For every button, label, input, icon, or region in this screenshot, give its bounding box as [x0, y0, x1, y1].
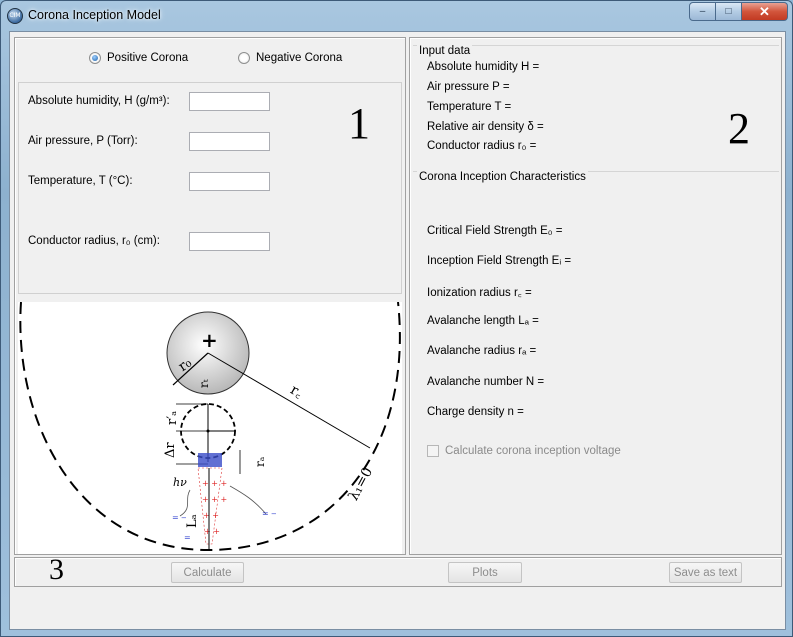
pressure-input[interactable]: [189, 132, 270, 151]
checkbox-icon: [427, 445, 439, 457]
result-avalanche-number: Avalanche number N =: [427, 376, 545, 388]
radius-input[interactable]: [189, 232, 270, 251]
result-ionization-radius: Ionization radius r꜀ =: [427, 287, 532, 299]
region-number-3: 3: [49, 553, 64, 586]
temperature-label: Temperature, T (°C):: [28, 175, 133, 187]
svg-text:+ + +: + + +: [202, 479, 227, 488]
negative-corona-label: Negative Corona: [256, 52, 343, 64]
window-title: Corona Inception Model: [28, 8, 161, 22]
label-lambda: λ₁=0: [346, 465, 377, 504]
temperature-input[interactable]: [189, 172, 270, 191]
corona-diagram: + r₀ r꜀ rₜ r′ₐ Δr rₐ + + + + + + + + + +…: [18, 302, 402, 554]
polarity-selector: Positive Corona Negative Corona: [15, 48, 407, 68]
svg-text:+ + +: + + +: [202, 495, 227, 504]
diagram-plus: +: [201, 328, 218, 352]
input-panel: Positive Corona Negative Corona Absolute…: [14, 37, 406, 555]
result-critical-field: Critical Field Strength E₀ =: [427, 225, 563, 237]
svg-text:+ +: + +: [203, 511, 219, 520]
svg-text:= ‒: = ‒: [262, 509, 276, 518]
corona-diagram-svg: + r₀ r꜀ rₜ r′ₐ Δr rₐ + + + + + + + + + +…: [19, 302, 401, 552]
input-data-group: Input data Absolute humidity H = Air pre…: [413, 45, 779, 158]
label-delta-r: Δr: [163, 442, 178, 458]
inception-voltage-label: Calculate corona inception voltage: [445, 445, 621, 457]
label-rc: r꜀: [287, 382, 305, 402]
result-temperature: Temperature T =: [427, 101, 512, 113]
window-controls: – □ ✕: [689, 2, 788, 22]
results-panel: Input data Absolute humidity H = Air pre…: [409, 37, 782, 555]
title-bar[interactable]: CIM Corona Inception Model – □ ✕: [1, 1, 792, 30]
result-inception-field: Inception Field Strength Eᵢ =: [427, 255, 572, 267]
result-humidity: Absolute humidity H =: [427, 61, 540, 73]
pressure-label: Air pressure, P (Torr):: [28, 135, 138, 147]
positive-corona-label: Positive Corona: [107, 52, 189, 64]
radio-selected-icon: [89, 52, 101, 64]
result-charge-density: Charge density n =: [427, 406, 524, 418]
label-rt: rₜ: [197, 379, 211, 388]
result-density: Relative air density δ =: [427, 121, 544, 133]
svg-text:=: =: [184, 533, 191, 542]
result-avalanche-length: Avalanche length Lₐ =: [427, 315, 539, 327]
radio-unselected-icon: [238, 52, 250, 64]
label-hv: hν: [173, 476, 187, 489]
app-icon: CIM: [7, 8, 23, 24]
plots-button[interactable]: Plots: [448, 562, 522, 583]
characteristics-group: Corona Inception Characteristics Critica…: [413, 171, 779, 552]
input-fields-box: Absolute humidity, H (g/m³): Air pressur…: [18, 82, 402, 294]
inception-voltage-checkbox[interactable]: Calculate corona inception voltage: [427, 445, 621, 457]
result-pressure: Air pressure P =: [427, 81, 510, 93]
humidity-label: Absolute humidity, H (g/m³):: [28, 95, 170, 107]
characteristics-title: Corona Inception Characteristics: [417, 171, 588, 183]
minimize-button[interactable]: –: [689, 2, 716, 21]
svg-text:+ +: + +: [204, 527, 220, 536]
close-button[interactable]: ✕: [742, 2, 788, 21]
input-data-title: Input data: [417, 45, 473, 57]
positive-corona-radio[interactable]: Positive Corona: [89, 52, 188, 64]
radius-label: Conductor radius, r₀ (cm):: [28, 235, 160, 247]
app-window: CIM Corona Inception Model – □ ✕ Positiv…: [0, 0, 793, 637]
result-avalanche-radius: Avalanche radius rₐ =: [427, 345, 537, 357]
label-r-alpha: rₐ: [253, 456, 267, 467]
region-number-1: 1: [348, 99, 370, 148]
humidity-input[interactable]: [189, 92, 270, 111]
label-la: Lₐ: [185, 514, 200, 528]
negative-corona-radio[interactable]: Negative Corona: [238, 52, 342, 64]
save-as-text-button[interactable]: Save as text: [669, 562, 742, 583]
label-r-alpha-prime: r′ₐ: [165, 411, 180, 425]
region-number-2: 2: [728, 104, 750, 153]
maximize-button[interactable]: □: [716, 2, 742, 21]
result-radius: Conductor radius r₀ =: [427, 140, 537, 152]
action-bar: 3 Calculate Plots Save as text: [14, 553, 782, 587]
svg-text:= ‒: = ‒: [172, 513, 186, 522]
client-area: Positive Corona Negative Corona Absolute…: [9, 31, 786, 630]
calculate-button[interactable]: Calculate: [171, 562, 244, 583]
